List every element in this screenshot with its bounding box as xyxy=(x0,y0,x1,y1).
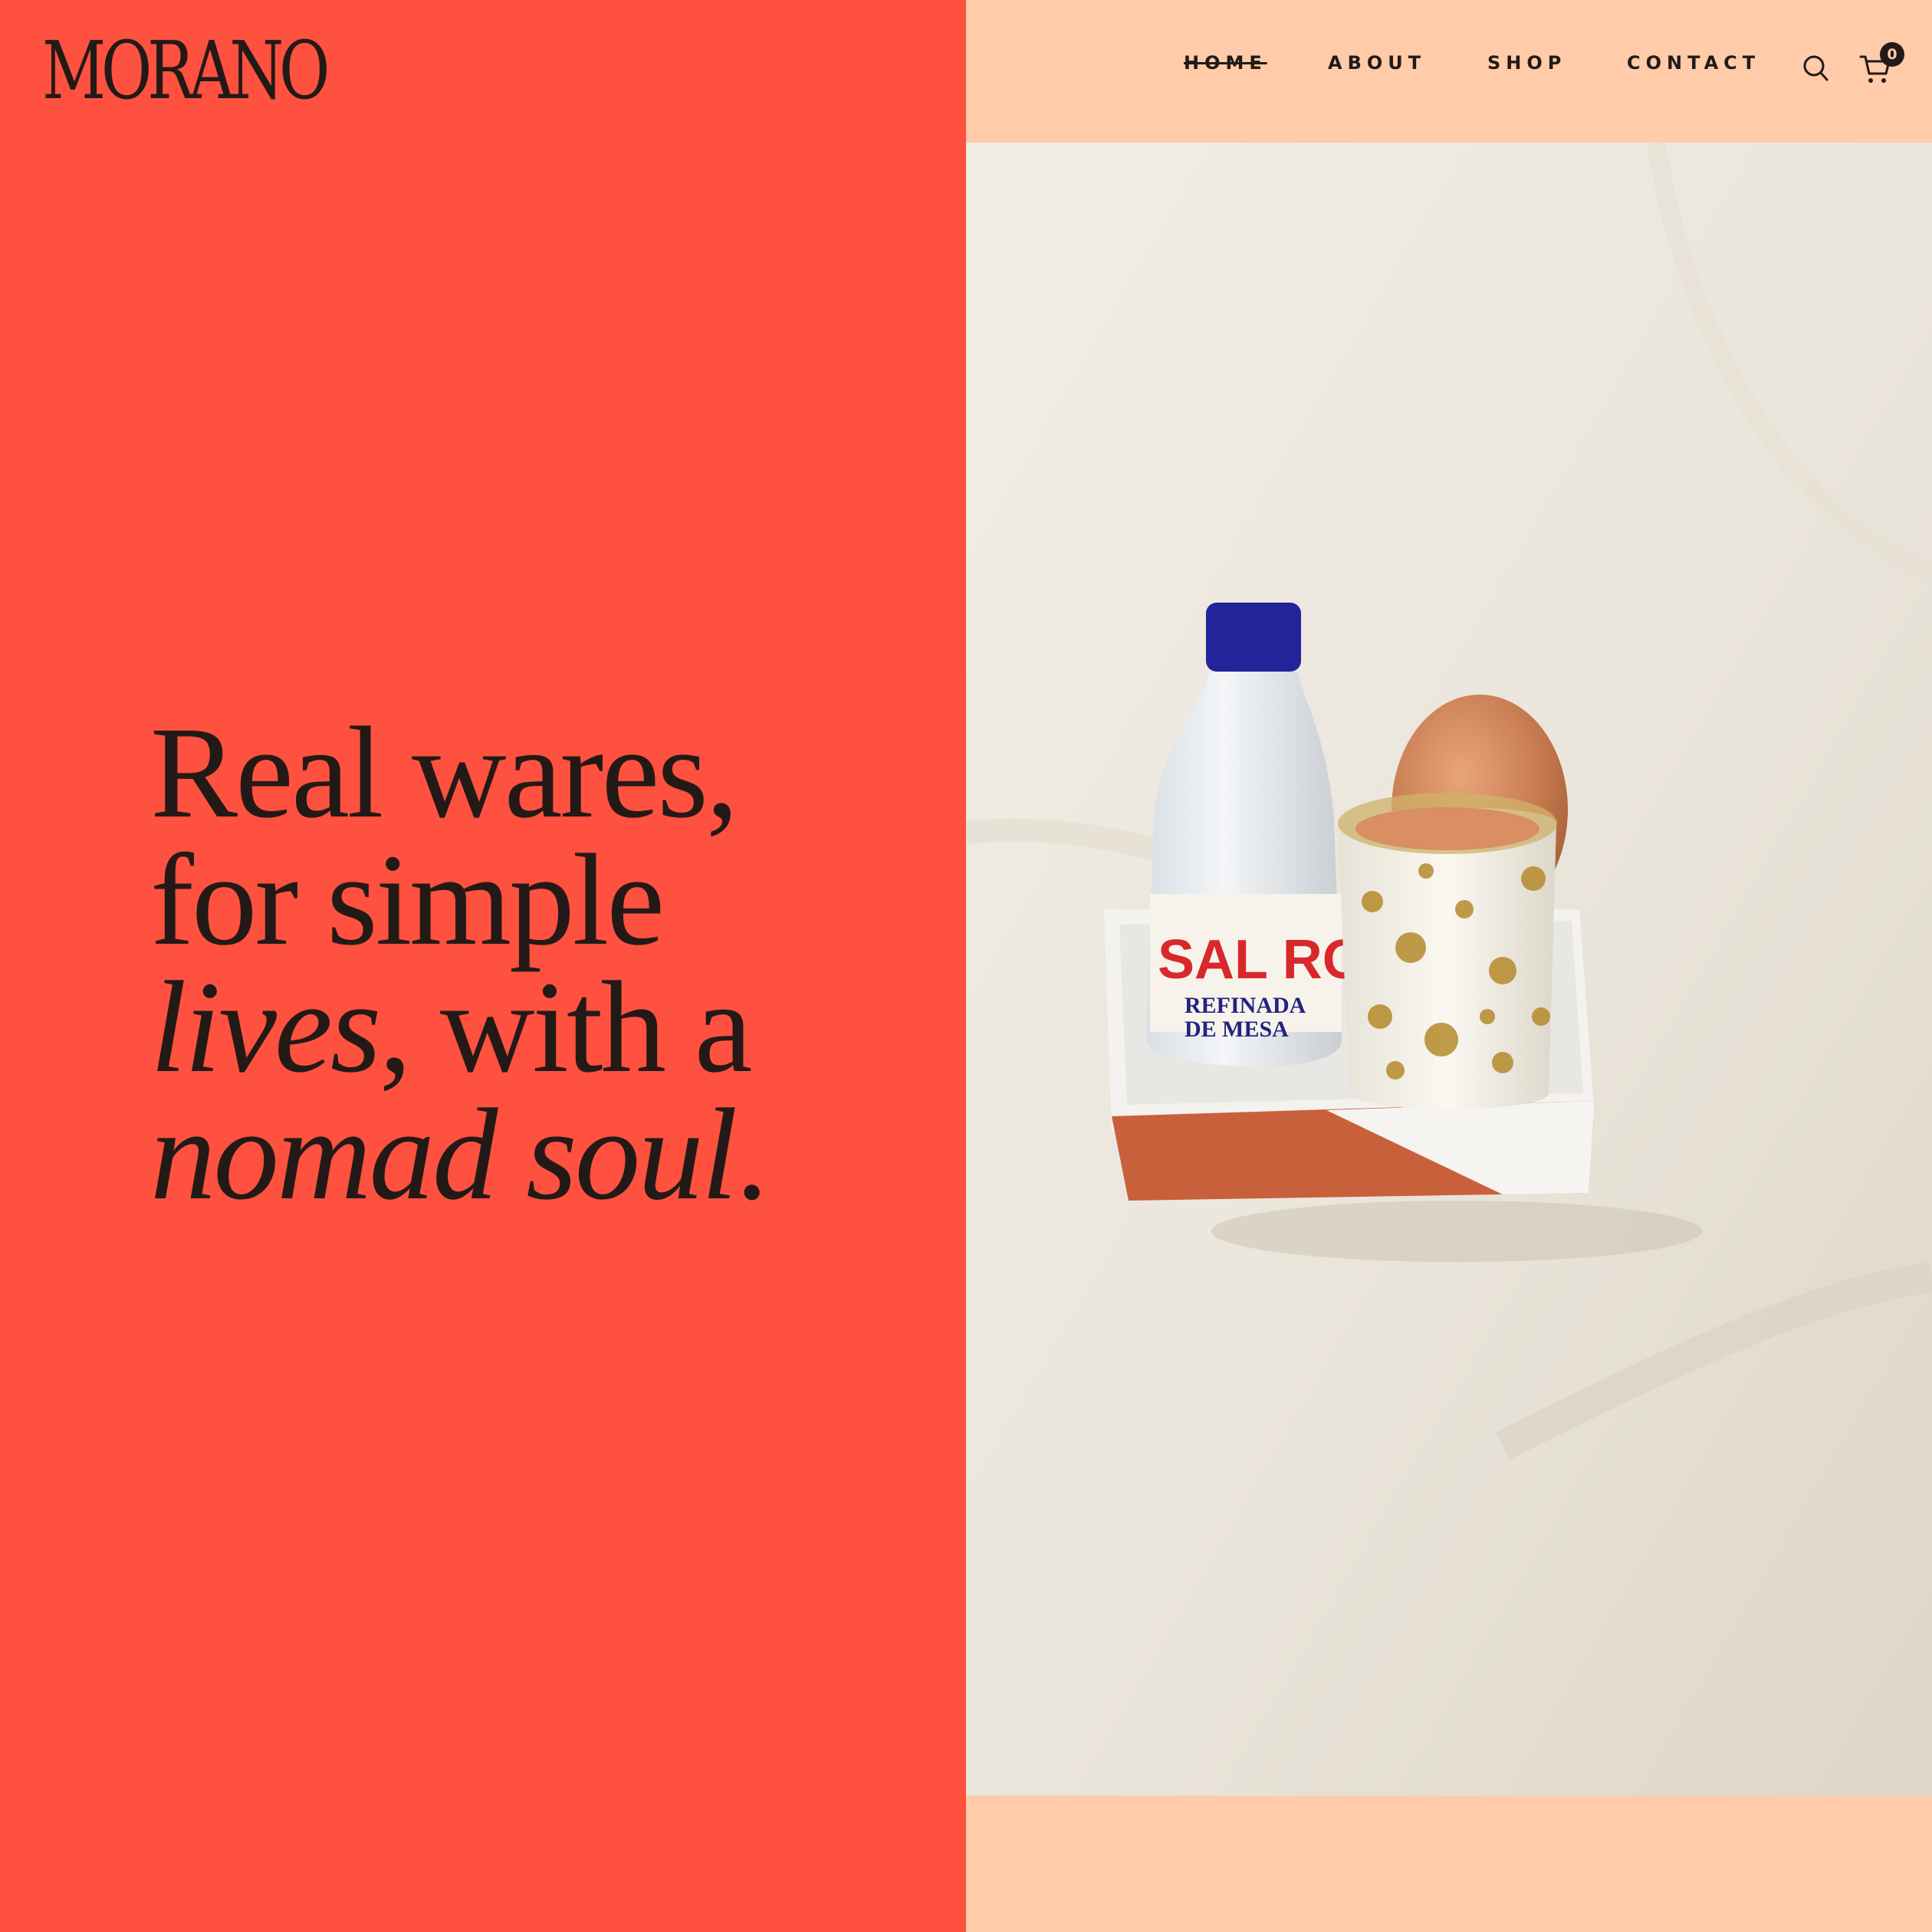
hero-line-3: lives, with a xyxy=(150,961,766,1092)
brand-logo[interactable]: MORANO xyxy=(42,31,330,110)
nav-home[interactable]: HOME xyxy=(1184,52,1267,78)
hero-line-4-rest: . xyxy=(735,1082,768,1227)
hero-line-1: Real wares, xyxy=(150,700,739,845)
shaker-label-line2: REFINADA xyxy=(1184,993,1306,1018)
hero-line-3-rest: , with a xyxy=(379,955,752,1099)
hero-line-2: for simple xyxy=(150,827,665,972)
hero-line-3-italic: lives xyxy=(150,955,381,1099)
search-icon[interactable] xyxy=(1802,52,1829,83)
cart-count-badge: 0 xyxy=(1880,42,1904,67)
hero-line-4-italic: nomad soul xyxy=(150,1082,738,1227)
shaker-label-line3: DE MESA xyxy=(1184,1017,1289,1042)
hero-line-4: nomad soul. xyxy=(150,1089,768,1220)
nav-shop[interactable]: SHOP xyxy=(1487,52,1566,78)
nav-contact[interactable]: CONTACT xyxy=(1627,52,1760,78)
hero-photo: SAL ROC REFINADA DE MESA xyxy=(966,143,1932,1796)
hero-headline: Real wares, for simple lives, with a nom… xyxy=(150,700,768,1220)
nav-about[interactable]: ABOUT xyxy=(1328,52,1426,78)
